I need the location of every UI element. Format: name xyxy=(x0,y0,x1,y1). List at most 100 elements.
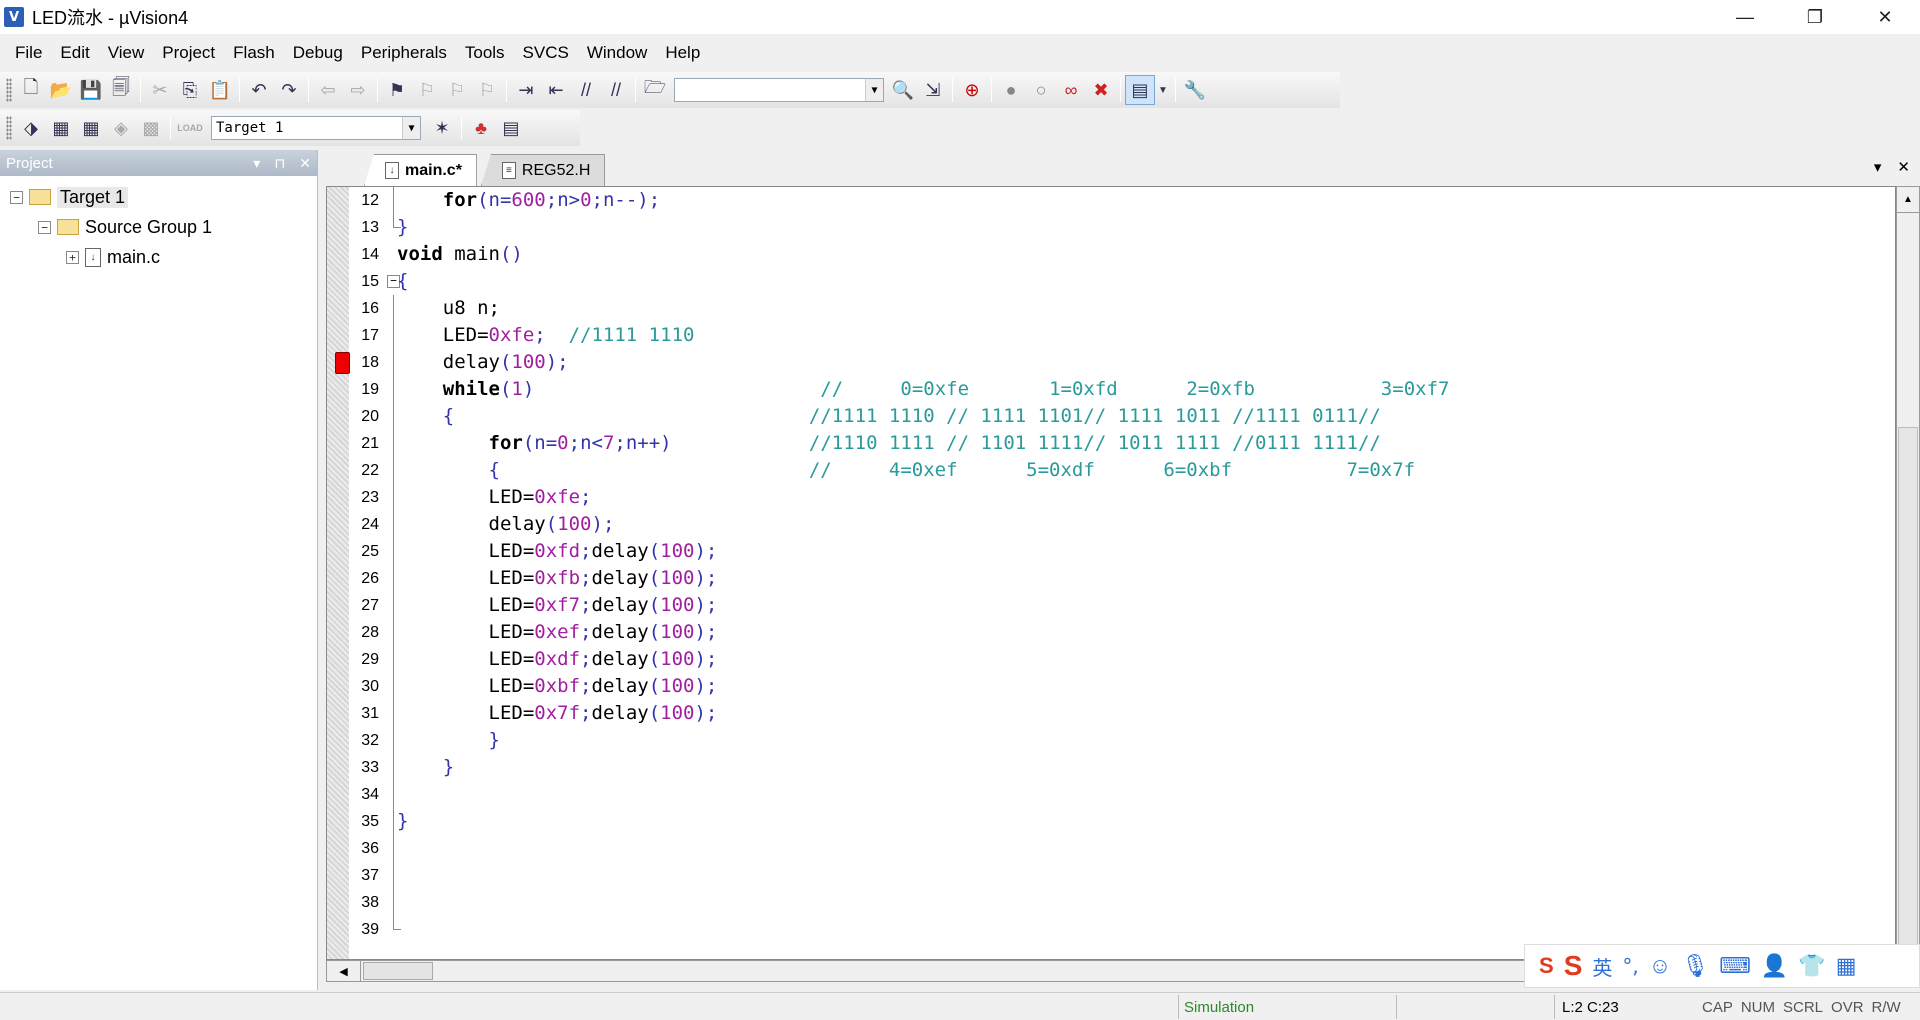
code-line[interactable]: 15−{ xyxy=(327,268,1857,295)
scroll-left-icon[interactable]: ◀ xyxy=(327,961,361,981)
manage-components-icon[interactable]: ♣ xyxy=(466,113,496,143)
ime-pinyin-icon[interactable]: S xyxy=(1539,953,1554,979)
menu-help[interactable]: Help xyxy=(656,43,709,63)
tree-item-source-group[interactable]: − Source Group 1 xyxy=(0,212,317,242)
code-line[interactable]: 17 LED=0xfe; //1111 1110 xyxy=(327,322,1857,349)
tab-main-c[interactable]: ↓ main.c* xyxy=(364,154,477,186)
uncomment-icon[interactable]: // xyxy=(601,75,631,105)
skin-shirt-icon[interactable]: 👕 xyxy=(1798,953,1825,979)
menu-peripherals[interactable]: Peripherals xyxy=(352,43,456,63)
vertical-scrollbar[interactable]: ▲ xyxy=(1896,186,1920,960)
close-icon[interactable]: ✕ xyxy=(299,155,311,172)
code-line[interactable]: 26 LED=0xfb;delay(100); xyxy=(327,565,1857,592)
menu-project[interactable]: Project xyxy=(153,43,224,63)
code-line[interactable]: 28 LED=0xef;delay(100); xyxy=(327,619,1857,646)
code-line[interactable]: 38 xyxy=(327,889,1857,916)
code-line[interactable]: 31 LED=0x7f;delay(100); xyxy=(327,700,1857,727)
select-packs-icon[interactable]: ▤ xyxy=(496,113,526,143)
code-line[interactable]: 32 } xyxy=(327,727,1857,754)
pin-icon[interactable]: ⊓ xyxy=(274,155,285,172)
collapse-icon[interactable]: − xyxy=(38,220,51,234)
keyboard-icon[interactable]: ⌨ xyxy=(1719,953,1751,979)
toolbar-grip[interactable] xyxy=(6,78,12,102)
open-folder-icon[interactable]: 📂 xyxy=(46,75,76,105)
translate-icon[interactable]: ⬗ xyxy=(16,113,46,143)
tab-reg52-h[interactable]: ≡ REG52.H xyxy=(480,154,606,186)
microphone-icon[interactable]: 🎙 xyxy=(1681,953,1709,979)
find-combo[interactable]: ▼ xyxy=(674,78,884,102)
menu-tools[interactable]: Tools xyxy=(456,43,514,63)
incremental-find-icon[interactable]: ⇲ xyxy=(918,75,948,105)
code-line[interactable]: 30 LED=0xbf;delay(100); xyxy=(327,673,1857,700)
tree-item-target[interactable]: − Target 1 xyxy=(0,182,317,212)
unindent-icon[interactable]: ⇤ xyxy=(541,75,571,105)
undo-icon[interactable]: ↶ xyxy=(244,75,274,105)
close-button[interactable]: ✕ xyxy=(1850,0,1920,34)
clear-bookmarks-icon[interactable]: ⚐ xyxy=(472,75,502,105)
menu-window[interactable]: Window xyxy=(578,43,656,63)
toolbar-grip[interactable] xyxy=(6,116,12,140)
code-line[interactable]: 27 LED=0xf7;delay(100); xyxy=(327,592,1857,619)
new-file-icon[interactable]: 🗋 xyxy=(16,75,46,105)
rebuild-icon[interactable]: ▦ xyxy=(76,113,106,143)
chevron-down-icon[interactable]: ▼ xyxy=(865,79,883,101)
emoji-icon[interactable]: ☺ xyxy=(1649,953,1671,979)
nav-forward-icon[interactable]: ⇨ xyxy=(343,75,373,105)
menu-svcs[interactable]: SVCS xyxy=(514,43,578,63)
bookmark-icon[interactable]: ⚑ xyxy=(382,75,412,105)
target-select[interactable]: Target 1 ▼ xyxy=(211,116,421,140)
close-tab-icon[interactable]: ✕ xyxy=(1897,158,1910,176)
restore-button[interactable]: ❐ xyxy=(1780,0,1850,34)
code-line[interactable]: 29 LED=0xdf;delay(100); xyxy=(327,646,1857,673)
code-line[interactable]: 21 for(n=0;n<7;n++) //1110 1111 // 1101 … xyxy=(327,430,1857,457)
tab-list-icon[interactable]: ▾ xyxy=(1874,158,1882,176)
save-icon[interactable]: 💾 xyxy=(76,75,106,105)
code-line[interactable]: 22 { // 4=0xef 5=0xdf 6=0xbf 7=0x7f xyxy=(327,457,1857,484)
enable-breakpoint-icon[interactable]: ○ xyxy=(1026,75,1056,105)
code-editor[interactable]: 12 for(n=600;n>0;n--); 13} 14 void main() 15… xyxy=(326,186,1896,960)
menu-debug[interactable]: Debug xyxy=(284,43,352,63)
disable-breakpoints-icon[interactable]: ∞ xyxy=(1056,75,1086,105)
code-line[interactable]: 14 void main() xyxy=(327,241,1857,268)
menu-edit[interactable]: Edit xyxy=(51,43,98,63)
find-icon[interactable]: 🔍 xyxy=(888,75,918,105)
prev-bookmark-icon[interactable]: ⚐ xyxy=(412,75,442,105)
collapse-icon[interactable]: − xyxy=(10,190,23,204)
code-line[interactable]: 18 delay(100); xyxy=(327,349,1857,376)
configure-wrench-icon[interactable]: 🔧 xyxy=(1180,75,1210,105)
save-all-icon[interactable]: 🗐 xyxy=(106,75,136,105)
scroll-thumb[interactable] xyxy=(363,962,433,980)
scroll-thumb[interactable] xyxy=(1898,427,1918,947)
nav-back-icon[interactable]: ⇦ xyxy=(313,75,343,105)
code-line[interactable]: 39 xyxy=(327,916,1857,943)
indent-icon[interactable]: ⇥ xyxy=(511,75,541,105)
code-line[interactable]: 34 xyxy=(327,781,1857,808)
chevron-down-icon[interactable]: ▼ xyxy=(402,117,420,139)
code-line[interactable]: 20 { //1111 1110 // 1111 1101// 1111 101… xyxy=(327,403,1857,430)
code-line[interactable]: 12 for(n=600;n>0;n--); xyxy=(327,187,1857,214)
code-line[interactable]: 19 while(1) // 0=0xfe 1=0xfd 2=0xfb 3=0x… xyxy=(327,376,1857,403)
panel-menu-icon[interactable]: ▾ xyxy=(253,155,260,172)
tree-item-main-c[interactable]: + ↓ main.c xyxy=(0,242,317,272)
copy-icon[interactable]: ⎘ xyxy=(175,75,205,105)
code-line[interactable]: 33 } xyxy=(327,754,1857,781)
code-line[interactable]: 37 xyxy=(327,862,1857,889)
code-line[interactable]: 25 LED=0xfd;delay(100); xyxy=(327,538,1857,565)
paste-icon[interactable]: 📋 xyxy=(205,75,235,105)
insert-breakpoint-icon[interactable]: ● xyxy=(996,75,1026,105)
scroll-up-icon[interactable]: ▲ xyxy=(1897,187,1919,213)
download-load-icon[interactable]: LOAD xyxy=(175,113,205,143)
kill-breakpoints-icon[interactable]: ✖ xyxy=(1086,75,1116,105)
chevron-down-icon[interactable]: ▼ xyxy=(1155,75,1171,105)
code-line[interactable]: 36 xyxy=(327,835,1857,862)
menu-view[interactable]: View xyxy=(99,43,154,63)
ime-punctuation-toggle[interactable]: °, xyxy=(1622,954,1638,978)
target-options-icon[interactable]: ✶ xyxy=(427,113,457,143)
code-line[interactable]: 35} xyxy=(327,808,1857,835)
breakpoint-marker-icon[interactable] xyxy=(335,352,350,374)
build-icon[interactable]: ▦ xyxy=(46,113,76,143)
sogou-logo-icon[interactable]: S xyxy=(1564,950,1583,982)
code-line[interactable]: 24 delay(100); xyxy=(327,511,1857,538)
menu-flash[interactable]: Flash xyxy=(224,43,284,63)
ime-language-toggle[interactable]: 英 xyxy=(1592,952,1612,981)
